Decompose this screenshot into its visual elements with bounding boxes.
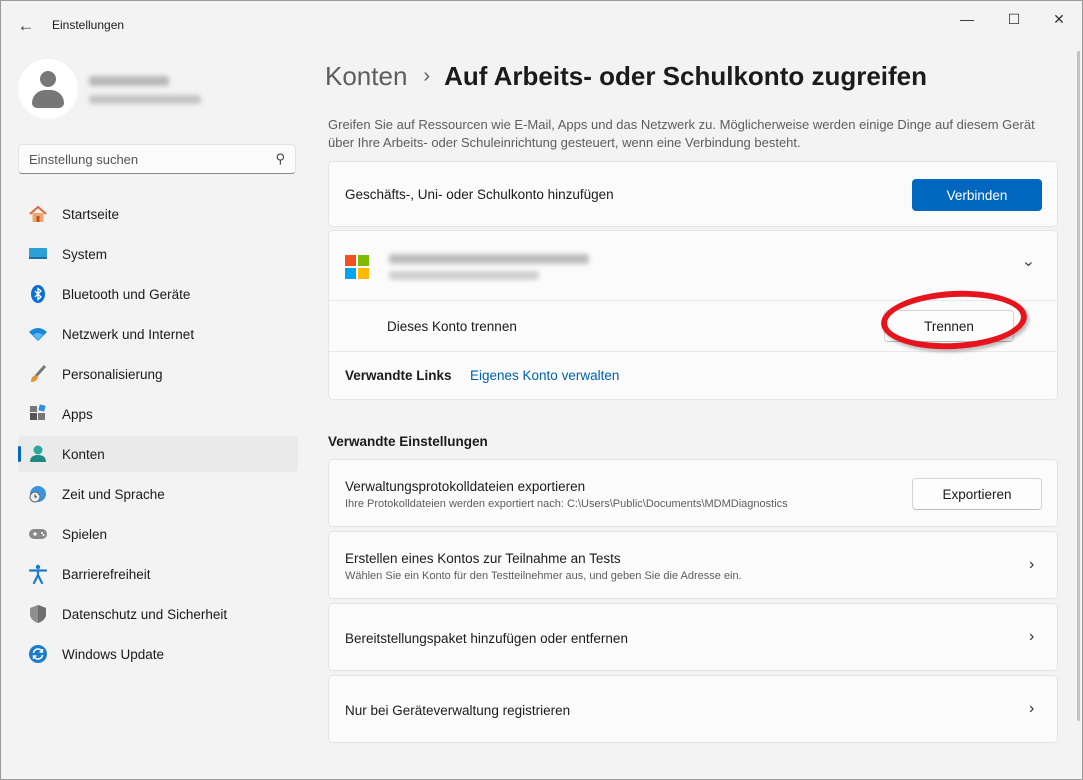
- chevron-right-icon: ›: [1029, 628, 1035, 645]
- sidebar-item-apps[interactable]: Apps: [18, 396, 298, 432]
- sidebar-item-personalisierung[interactable]: Personalisierung: [18, 356, 298, 392]
- provisioning-title: Bereitstellungspaket hinzufügen oder ent…: [345, 631, 628, 646]
- home-icon: [28, 204, 48, 224]
- system-icon: [28, 244, 48, 264]
- maximize-button[interactable]: ☐: [991, 5, 1037, 33]
- divider: [329, 351, 1057, 352]
- chevron-up-icon[interactable]: ‹: [1020, 261, 1038, 266]
- microsoft-logo-icon: [345, 255, 369, 279]
- accessibility-icon: [28, 564, 48, 584]
- export-logs-title: Verwaltungsprotokolldateien exportieren: [345, 479, 586, 494]
- scrollbar[interactable]: [1077, 51, 1080, 721]
- provisioning-card[interactable]: Bereitstellungspaket hinzufügen oder ent…: [328, 603, 1058, 671]
- back-arrow-icon[interactable]: ←: [15, 15, 37, 37]
- page-description: Greifen Sie auf Ressourcen wie E-Mail, A…: [328, 117, 1035, 150]
- test-account-title: Erstellen eines Kontos zur Teilnahme an …: [345, 551, 621, 566]
- sidebar-item-spielen[interactable]: Spielen: [18, 516, 298, 552]
- shield-icon: [28, 604, 48, 624]
- sidebar-item-konten[interactable]: Konten: [18, 436, 298, 472]
- sidebar-item-startseite[interactable]: Startseite: [18, 196, 298, 232]
- manage-account-link[interactable]: Eigenes Konto verwalten: [470, 368, 619, 383]
- chevron-right-icon: ›: [1029, 700, 1035, 717]
- blurred-user-email: [89, 95, 201, 104]
- search-input[interactable]: [29, 149, 259, 169]
- avatar[interactable]: [18, 59, 78, 119]
- blurred-account-type: [389, 271, 539, 280]
- enroll-card[interactable]: Nur bei Geräteverwaltung registrieren ›: [328, 675, 1058, 743]
- wifi-icon: [28, 324, 48, 344]
- related-settings-heading: Verwandte Einstellungen: [328, 434, 488, 449]
- add-account-label: Geschäfts-, Uni- oder Schulkonto hinzufü…: [345, 187, 614, 202]
- settings-window: ← Einstellungen — ☐ ✕ ⚲ Startseite Syste…: [0, 0, 1083, 780]
- export-logs-subtitle: Ihre Protokolldateien werden exportiert …: [345, 498, 788, 510]
- breadcrumb-chevron-icon: ›: [423, 65, 431, 87]
- page-title: Auf Arbeits- oder Schulkonto zugreifen: [444, 61, 928, 91]
- clock-globe-icon: [28, 484, 48, 504]
- avatar-body: [32, 90, 64, 108]
- chevron-right-icon: ›: [1029, 556, 1035, 573]
- sidebar-item-windows-update[interactable]: Windows Update: [18, 636, 298, 672]
- sidebar-item-bluetooth[interactable]: Bluetooth und Geräte: [18, 276, 298, 312]
- minimize-button[interactable]: —: [944, 5, 990, 33]
- update-icon: [28, 644, 48, 664]
- enroll-title: Nur bei Geräteverwaltung registrieren: [345, 703, 571, 718]
- test-account-card[interactable]: Erstellen eines Kontos zur Teilnahme an …: [328, 531, 1058, 599]
- gamepad-icon: [28, 524, 48, 544]
- related-links-label: Verwandte Links: [345, 368, 452, 383]
- blurred-user-name: [89, 76, 169, 86]
- brush-icon: [28, 364, 48, 384]
- add-account-card: Geschäfts-, Uni- oder Schulkonto hinzufü…: [328, 161, 1058, 227]
- breadcrumb: Konten › Auf Arbeits- oder Schulkonto zugr…: [325, 61, 927, 92]
- sidebar-item-barrierefreiheit[interactable]: Barrierefreiheit: [18, 556, 298, 592]
- search-box[interactable]: ⚲: [18, 144, 296, 174]
- disconnect-label: Dieses Konto trennen: [387, 319, 517, 334]
- sidebar-item-system[interactable]: System: [18, 236, 298, 272]
- sidebar-item-datenschutz[interactable]: Datenschutz und Sicherheit: [18, 596, 298, 632]
- export-button[interactable]: Exportieren: [912, 478, 1042, 510]
- export-logs-card: Verwaltungsprotokolldateien exportieren …: [328, 459, 1058, 527]
- sidebar-item-netzwerk[interactable]: Netzwerk und Internet: [18, 316, 298, 352]
- search-icon[interactable]: ⚲: [275, 151, 285, 167]
- test-account-subtitle: Wählen Sie ein Konto für den Testteilneh…: [345, 570, 742, 582]
- close-button[interactable]: ✕: [1036, 5, 1082, 33]
- blurred-account-email: [389, 254, 589, 264]
- bluetooth-icon: [28, 284, 48, 304]
- breadcrumb-parent[interactable]: Konten: [325, 61, 407, 91]
- connect-button[interactable]: Verbinden: [912, 179, 1042, 211]
- title-bar: ← Einstellungen — ☐ ✕: [1, 1, 1082, 49]
- avatar-head: [40, 71, 56, 87]
- app-title: Einstellungen: [52, 18, 125, 32]
- apps-icon: [28, 404, 48, 424]
- sidebar-nav: Startseite System Bluetooth und Geräte N…: [18, 196, 298, 676]
- sidebar-item-zeit[interactable]: Zeit und Sprache: [18, 476, 298, 512]
- account-icon: [28, 444, 48, 464]
